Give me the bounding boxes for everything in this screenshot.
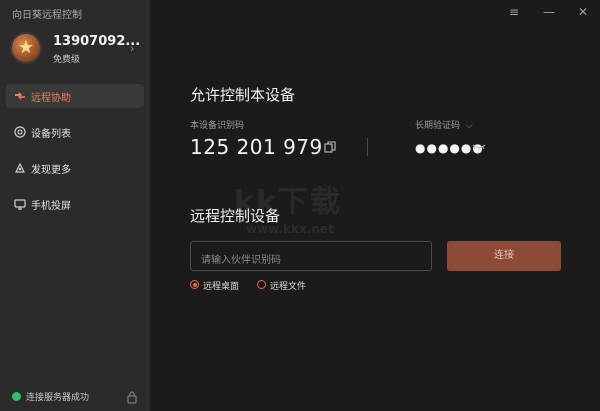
radio-circle [190, 280, 199, 289]
sidebar-item-label: 发现更多 [31, 165, 71, 176]
divider [367, 138, 368, 156]
sidebar-item-discover[interactable]: 发现更多 [6, 156, 144, 180]
sidebar: 向日葵远程控制 ★ 13907092... 免费级 › 远程协助 设备列表 发现… [0, 0, 150, 411]
sidebar-item-remote-assist[interactable]: 远程协助 [6, 84, 144, 108]
profile-card[interactable]: ★ 13907092... 免费级 › [8, 30, 144, 70]
app-title: 向日葵远程控制 [12, 10, 82, 21]
main-panel: ≡ — ✕ kk下载 www.kkx.net 允许控制本设备 本设备识别码 12… [150, 0, 600, 411]
sidebar-nav: 远程协助 设备列表 发现更多 手机投屏 [6, 84, 144, 228]
discover-icon [15, 162, 25, 173]
sidebar-item-screen-cast[interactable]: 手机投屏 [6, 192, 144, 216]
sidebar-item-device-list[interactable]: 设备列表 [6, 120, 144, 144]
copy-icon[interactable] [324, 141, 336, 153]
partner-id-input[interactable]: 请输入伙伴识别码 [190, 241, 432, 271]
connect-button[interactable]: 连接 [447, 241, 561, 271]
eye-closed-icon[interactable] [472, 142, 486, 152]
remote-control-heading: 远程控制设备 [190, 207, 281, 225]
password-label-text: 长期验证码 [415, 121, 461, 131]
star-icon: ★ [17, 37, 35, 58]
partner-id-placeholder: 请输入伙伴识别码 [201, 255, 281, 266]
password-label[interactable]: 长期验证码 ⌵ [415, 118, 473, 131]
chevron-down-icon: ⌵ [465, 121, 473, 131]
connection-status: 连接服务器成功 [12, 390, 142, 404]
device-list-icon [14, 126, 26, 138]
profile-tier: 免费级 [53, 55, 81, 65]
device-id-label: 本设备识别码 [190, 121, 245, 131]
chevron-right-icon[interactable]: › [130, 42, 134, 55]
radio-label: 远程文件 [270, 282, 307, 292]
allow-control-heading: 允许控制本设备 [190, 86, 296, 104]
radio-circle [257, 280, 266, 289]
menu-icon[interactable]: ≡ [506, 4, 522, 20]
sidebar-item-label: 设备列表 [31, 129, 71, 140]
status-text: 连接服务器成功 [26, 393, 90, 403]
device-id-value: 125 201 979 [190, 135, 323, 159]
radio-label: 远程桌面 [203, 282, 240, 292]
close-icon[interactable]: ✕ [575, 4, 591, 20]
remote-assist-icon [15, 92, 25, 100]
sidebar-item-label: 远程协助 [31, 93, 71, 104]
lock-icon[interactable] [126, 390, 138, 404]
profile-phone: 13907092... [53, 34, 141, 49]
minimize-icon[interactable]: — [541, 4, 557, 20]
screen-cast-icon [14, 199, 26, 210]
avatar[interactable]: ★ [10, 32, 42, 64]
sidebar-item-label: 手机投屏 [31, 201, 71, 212]
status-dot-icon [12, 392, 21, 401]
